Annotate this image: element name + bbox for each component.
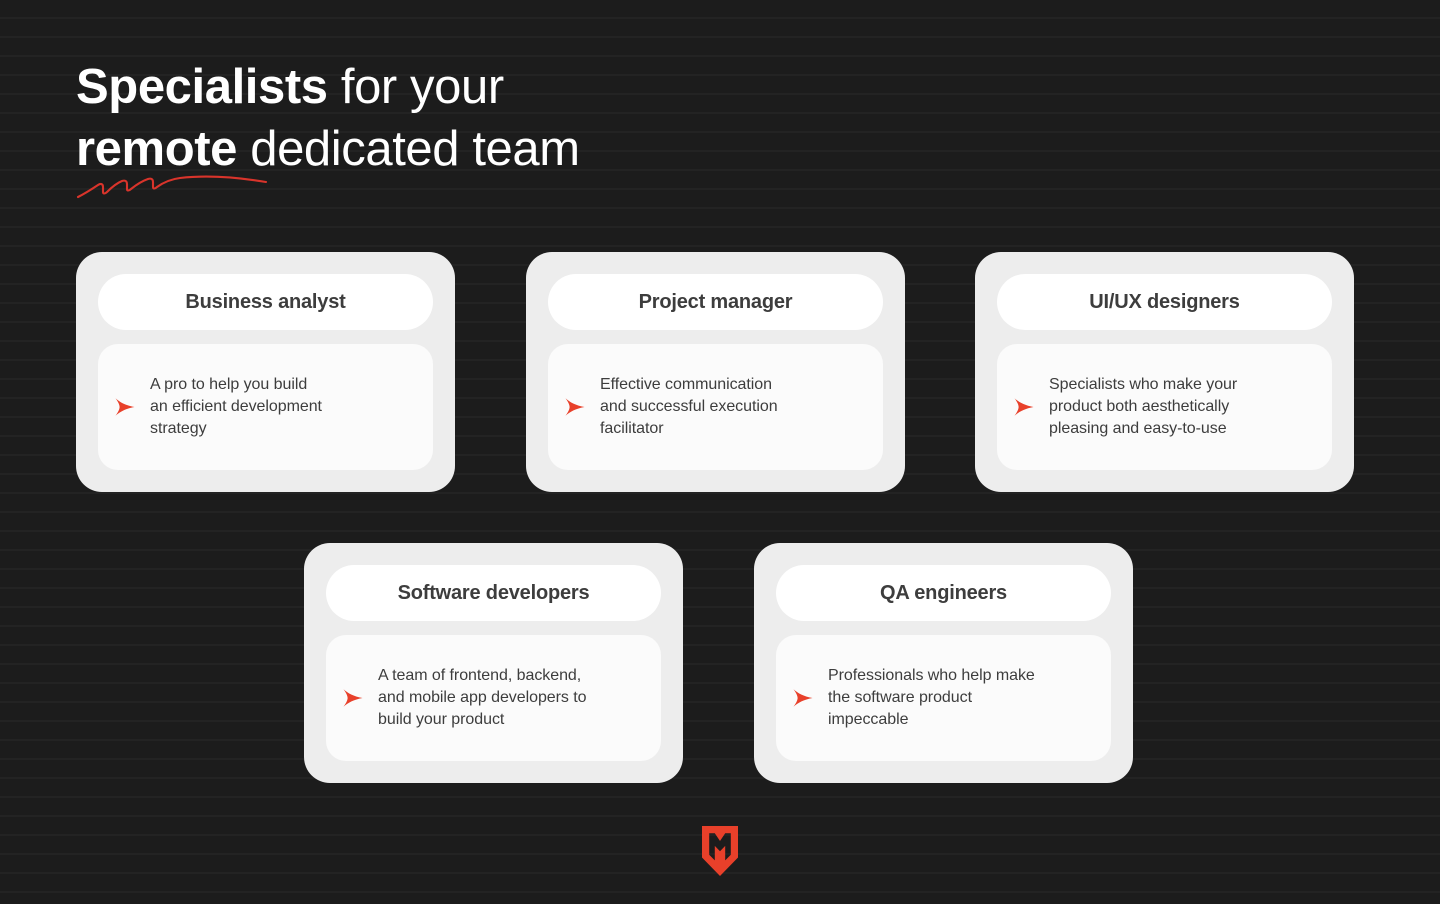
red-arrow-icon	[565, 398, 585, 416]
card-title-pill: Software developers	[326, 565, 661, 621]
page-title-rest-line2: dedicated team	[237, 122, 580, 176]
card-description-text: Effective communication and successful e…	[600, 376, 778, 437]
red-arrow-icon	[793, 689, 813, 707]
card-description-box: Professionals who help make the software…	[776, 635, 1111, 761]
card-title-pill: QA engineers	[776, 565, 1111, 621]
card-title-pill: Business analyst	[98, 274, 433, 330]
shield-monogram-logo-icon	[702, 826, 738, 876]
card-description-text: Specialists who make your product both a…	[1049, 376, 1238, 437]
card-description-box: A pro to help you build an efficient dev…	[98, 344, 433, 470]
squiggle-underline-icon	[76, 175, 268, 199]
card-title-text: UI/UX designers	[1089, 290, 1240, 313]
card-description-box: Specialists who make your product both a…	[997, 344, 1332, 470]
card-software-developers[interactable]: Software developers A team of frontend, …	[304, 543, 683, 783]
card-description-text: Professionals who help make the software…	[828, 667, 1035, 728]
red-arrow-icon	[343, 689, 363, 707]
card-title-text: Business analyst	[185, 290, 346, 313]
card-description-box: Effective communication and successful e…	[548, 344, 883, 470]
card-title-pill: Project manager	[548, 274, 883, 330]
card-project-manager[interactable]: Project manager Effective communication …	[526, 252, 905, 492]
page-title-emphasis-specialists: Specialists	[76, 60, 328, 114]
card-title-text: Project manager	[638, 290, 793, 313]
card-title-pill: UI/UX designers	[997, 274, 1332, 330]
heading-block: Specialists for your remote dedicated tea…	[76, 56, 836, 199]
card-title-text: Software developers	[397, 581, 590, 604]
page-title-emphasis-remote: remote	[76, 122, 237, 176]
card-description-text: A team of frontend, backend, and mobile …	[378, 667, 587, 728]
red-arrow-icon	[1014, 398, 1034, 416]
card-ui-ux-designers[interactable]: UI/UX designers Specialists who make you…	[975, 252, 1354, 492]
card-description-text: A pro to help you build an efficient dev…	[150, 376, 322, 437]
page-title: Specialists for your remote dedicated tea…	[76, 56, 836, 180]
page-title-rest-line1: for your	[327, 60, 504, 114]
card-description-box: A team of frontend, backend, and mobile …	[326, 635, 661, 761]
red-arrow-icon	[115, 398, 135, 416]
slide-canvas: Specialists for your remote dedicated tea…	[0, 0, 1440, 904]
card-business-analyst[interactable]: Business analyst A pro to help you build…	[76, 252, 455, 492]
card-title-text: QA engineers	[880, 581, 1007, 604]
card-qa-engineers[interactable]: QA engineers Professionals who help make…	[754, 543, 1133, 783]
